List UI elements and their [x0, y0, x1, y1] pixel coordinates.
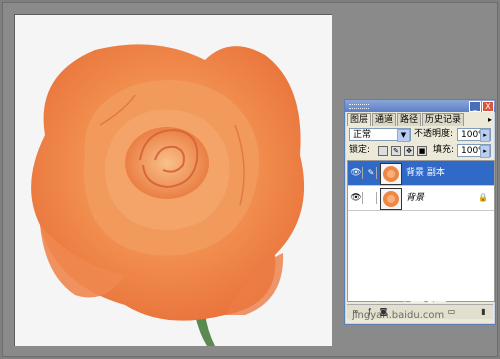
tab-paths[interactable]: 路径 [397, 113, 422, 126]
opacity-field[interactable]: 100% ▸ [457, 128, 491, 142]
watermark-url: jingyan.baidu.com [352, 310, 445, 321]
layer-thumbnail [380, 163, 402, 185]
lock-icon: 🔒 [478, 193, 488, 202]
brush-icon[interactable]: ✎ [366, 167, 377, 179]
drag-grip-icon[interactable] [349, 104, 369, 109]
tab-layers[interactable]: 图层 [347, 113, 372, 126]
tab-channels[interactable]: 通道 [372, 113, 397, 126]
lock-label: 锁定: [349, 145, 371, 155]
layer-row-background[interactable]: 👁 背景 🔒 [348, 186, 494, 211]
lock-all-icon[interactable]: ■ [417, 146, 427, 156]
lock-image-icon[interactable]: ✎ [391, 146, 401, 156]
blend-mode-value: 正常 [353, 130, 372, 140]
minimize-button[interactable]: _ [469, 101, 481, 112]
link-slot[interactable] [366, 192, 377, 204]
lock-transparency-icon[interactable] [378, 146, 388, 156]
rose-image [31, 44, 305, 346]
eye-icon[interactable]: 👁 [350, 167, 363, 179]
layer-name: 背景 [406, 193, 425, 203]
close-button[interactable]: X [482, 101, 494, 112]
palette-titlebar[interactable]: _ X [345, 100, 495, 112]
fill-label: 填充: [433, 145, 455, 155]
chevron-down-icon: ▼ [397, 129, 410, 142]
eye-icon[interactable]: 👁 [350, 192, 363, 204]
image-canvas[interactable] [14, 14, 332, 346]
lock-position-icon[interactable]: ✥ [404, 146, 414, 156]
palette-menu-icon[interactable]: ▸ [488, 115, 492, 124]
chevron-right-icon: ▸ [480, 129, 490, 142]
palette-tabs: 图层 通道 路径 历史记录 [347, 113, 465, 126]
fill-field[interactable]: 100% ▸ [457, 144, 491, 158]
watermark-logo: Bai 经验 [356, 282, 447, 307]
opacity-label: 不透明度: [414, 129, 454, 139]
layer-thumbnail [380, 188, 402, 210]
chevron-right-icon: ▸ [480, 145, 490, 158]
blend-mode-select[interactable]: 正常 ▼ [349, 128, 411, 142]
layer-name: 背景 副本 [406, 168, 445, 178]
tab-history[interactable]: 历史记录 [422, 113, 465, 126]
baidu-watermark: Bai 经验 jingyan.baidu.com [348, 276, 496, 336]
layer-row-background-copy[interactable]: 👁 ✎ 背景 副本 [348, 161, 494, 186]
